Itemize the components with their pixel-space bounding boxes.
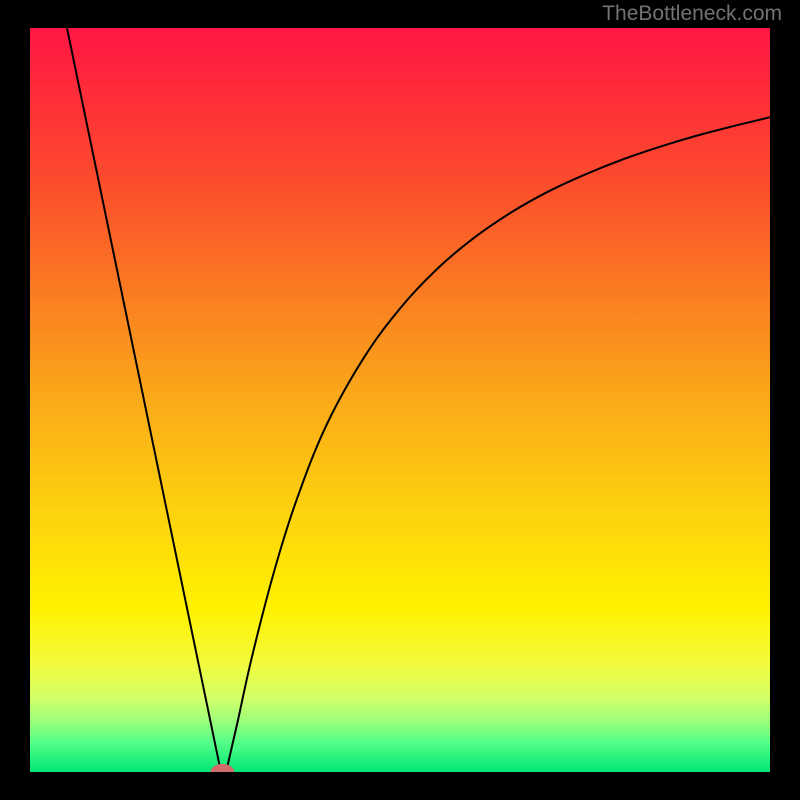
watermark-text: TheBottleneck.com (602, 2, 782, 26)
gradient-background (30, 28, 770, 772)
chart-plot-area (30, 28, 770, 772)
chart-svg (30, 28, 770, 772)
chart-frame: TheBottleneck.com (0, 0, 800, 800)
